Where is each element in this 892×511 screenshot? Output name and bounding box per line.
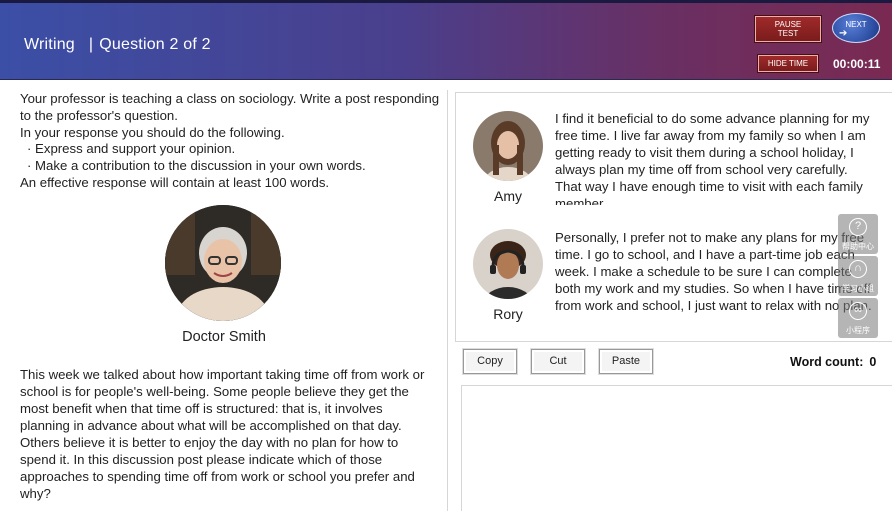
- professor-name: Doctor Smith: [182, 329, 266, 345]
- copy-button[interactable]: Copy: [463, 349, 517, 374]
- title-divider: |: [88, 36, 94, 53]
- prompt-instructions: In your response you should do the follo…: [20, 124, 285, 140]
- section-name: Writing: [24, 36, 75, 53]
- professor-question: This week we talked about how important …: [20, 367, 425, 501]
- header-bar: Writing | Question 2 of 2 PAUSE TEST NEXT …: [0, 0, 892, 80]
- hide-time-button[interactable]: HIDE TIME: [758, 55, 818, 72]
- link-icon: ∞: [849, 302, 867, 320]
- response-textarea[interactable]: [461, 385, 892, 511]
- length-note: An effective response will contain at le…: [20, 174, 330, 190]
- prompt-bullet: · Express and support your opinion.: [27, 141, 236, 157]
- student-post-rory: Personally, I prefer not to make any pla…: [555, 230, 872, 313]
- study-group-button[interactable]: ∩ 学习小组: [838, 256, 878, 296]
- prompt-panel: Your professor is teaching a class on so…: [0, 90, 448, 511]
- mini-program-button[interactable]: ∞ 小程序: [838, 298, 878, 338]
- question-progress: Question 2 of 2: [99, 36, 211, 53]
- headset-icon: ∩: [849, 260, 867, 278]
- student-avatar-amy: [473, 111, 543, 181]
- test-label: TEST: [777, 29, 799, 38]
- student-avatar-rory: [473, 229, 543, 299]
- pause-label: PAUSE: [774, 20, 802, 29]
- word-count-label: Word count:: [790, 355, 864, 369]
- side-tool-label: 学习小组: [842, 284, 874, 293]
- side-toolbar: ? 帮助中心 ∩ 学习小组 ∞ 小程序: [838, 214, 878, 340]
- cut-button[interactable]: Cut: [531, 349, 585, 374]
- side-tool-label: 帮助中心: [842, 242, 874, 251]
- student-post-amy: I find it beneficial to do some advance …: [555, 111, 870, 205]
- arrow-right-icon: ➔: [839, 28, 848, 39]
- side-tool-label: 小程序: [846, 326, 870, 335]
- task-instructions: Your professor is teaching a class on so…: [20, 91, 440, 192]
- word-count-value: 0: [869, 355, 877, 369]
- help-icon: ?: [849, 218, 867, 236]
- prompt-bullet: · Make a contribution to the discussion …: [27, 158, 366, 174]
- next-button[interactable]: NEXT ➔: [832, 13, 880, 43]
- page-title: Writing | Question 2 of 2: [24, 36, 211, 54]
- student-name-amy: Amy: [494, 188, 522, 204]
- help-center-button[interactable]: ? 帮助中心: [838, 214, 878, 254]
- pause-test-button[interactable]: PAUSE TEST: [755, 16, 821, 42]
- student-posts-panel: Amy I find it beneficial to do some adva…: [455, 92, 892, 342]
- professor-avatar: [165, 205, 281, 321]
- paste-button[interactable]: Paste: [599, 349, 653, 374]
- prompt-intro: Your professor is teaching a class on so…: [20, 91, 440, 123]
- timer: 00:00:11: [833, 57, 881, 71]
- student-name-rory: Rory: [493, 306, 523, 322]
- word-count: Word count: 0: [790, 355, 876, 369]
